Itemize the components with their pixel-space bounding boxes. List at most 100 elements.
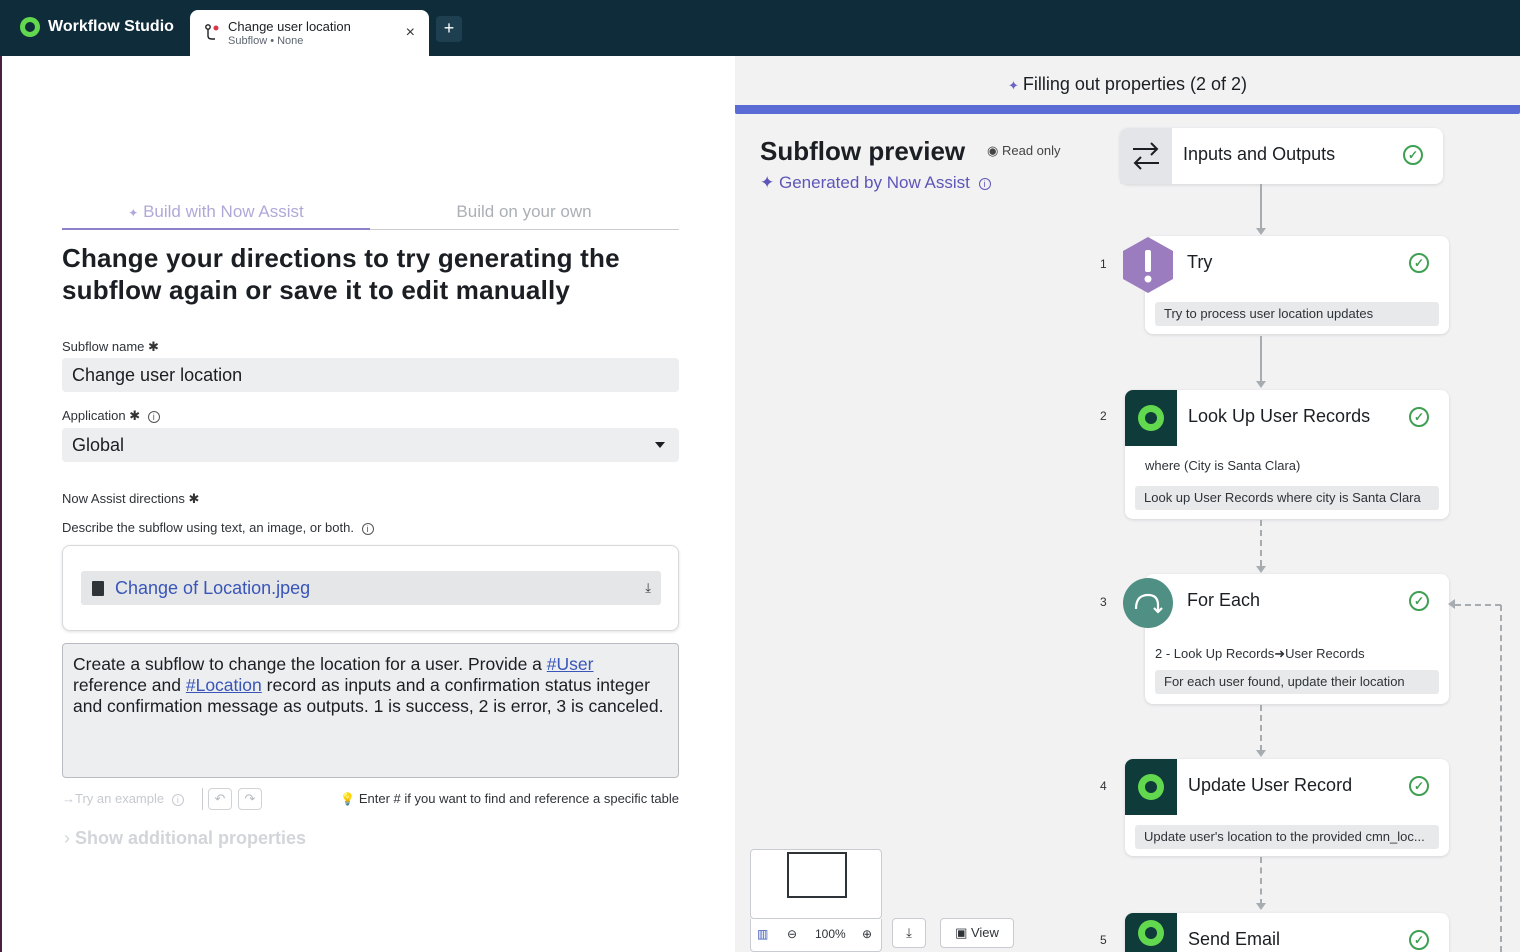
eye-icon: ◉ xyxy=(987,143,999,158)
add-tab-button[interactable]: + xyxy=(436,16,462,42)
undo-button[interactable]: ↶ xyxy=(208,788,232,810)
node-icon-box xyxy=(1125,390,1177,446)
node-icon-box xyxy=(1125,759,1177,815)
show-additional-properties[interactable]: › Show additional properties xyxy=(64,828,306,849)
reference-hint: 💡 Enter # if you want to find and refere… xyxy=(340,791,679,806)
sparkle-icon: ✦ xyxy=(128,206,139,220)
zoom-in-icon[interactable]: ⊕ xyxy=(862,927,872,941)
directions-textarea[interactable]: Create a subflow to change the location … xyxy=(62,643,679,778)
required-icon: ✱ xyxy=(129,408,141,423)
connector xyxy=(1260,520,1262,566)
required-icon: ✱ xyxy=(148,339,159,354)
generation-status: ✦ Filling out properties (2 of 2) xyxy=(1007,74,1247,94)
connector xyxy=(1260,336,1262,384)
divider xyxy=(202,788,203,810)
minimap[interactable] xyxy=(750,849,882,919)
app-title: Workflow Studio xyxy=(48,18,174,35)
node-send-email[interactable]: Send Email ✓ xyxy=(1125,913,1449,952)
table-reference-location[interactable]: #Location xyxy=(186,675,262,695)
chevron-right-icon: › xyxy=(64,828,70,848)
top-bar: Workflow Studio Change user location Sub… xyxy=(0,0,1520,56)
zoom-controls: ▥ ⊖ 100% ⊕ xyxy=(750,919,882,952)
try-example-link[interactable]: →Try an example i xyxy=(62,791,184,806)
loop-connector xyxy=(1500,605,1502,952)
info-icon[interactable]: i xyxy=(147,410,160,423)
arrows-swap-icon xyxy=(1120,128,1172,184)
servicenow-logo-icon xyxy=(1138,774,1164,800)
directions-label: Now Assist directions ✱ xyxy=(62,491,200,506)
arrow-down-icon xyxy=(1256,566,1266,573)
chevron-down-icon xyxy=(655,442,665,448)
zoom-out-icon[interactable]: ⊖ xyxy=(787,927,797,941)
sparkle-icon: ✦ xyxy=(760,173,775,192)
exclamation-hexagon-icon xyxy=(1123,237,1173,293)
connector xyxy=(1260,184,1262,230)
node-for-each[interactable]: For Each ✓ 2 - Look Up Records➜User Reco… xyxy=(1145,574,1449,704)
step-number: 4 xyxy=(1100,779,1107,793)
check-circle-icon: ✓ xyxy=(1403,145,1423,165)
redo-button[interactable]: ↷ xyxy=(238,788,262,810)
lightbulb-icon: 💡 xyxy=(340,792,356,806)
node-title: Inputs and Outputs xyxy=(1183,144,1336,164)
step-number: 2 xyxy=(1100,409,1107,423)
page-heading: Change your directions to try generating… xyxy=(62,243,620,305)
loop-icon xyxy=(1123,578,1173,628)
sparkle-icon: ✦ xyxy=(1007,78,1019,93)
step-number: 1 xyxy=(1100,257,1107,271)
tab-build-on-your-own[interactable]: Build on your own xyxy=(370,202,678,222)
view-icon: ▣ xyxy=(955,925,968,940)
arrow-down-icon xyxy=(1256,750,1266,757)
attachment-name[interactable]: Change of Location.jpeg xyxy=(115,578,310,599)
check-circle-icon: ✓ xyxy=(1409,407,1429,427)
connector xyxy=(1260,705,1262,751)
connector xyxy=(1260,857,1262,905)
attachment-area: Change of Location.jpeg ⤓ xyxy=(62,545,679,631)
servicenow-logo-icon xyxy=(1138,405,1164,431)
node-condition: 2 - Look Up Records➜User Records xyxy=(1155,646,1365,661)
zoom-level: 100% xyxy=(815,927,846,941)
tab-subflow[interactable]: Change user location Subflow • None × xyxy=(190,10,429,56)
node-look-up-user-records[interactable]: Look Up User Records ✓ where (City is Sa… xyxy=(1125,390,1449,519)
tab-build-with-now-assist[interactable]: ✦ Build with Now Assist xyxy=(62,202,370,230)
download-icon[interactable]: ⤓ xyxy=(645,580,651,596)
check-circle-icon: ✓ xyxy=(1409,776,1429,796)
table-reference-user[interactable]: #User xyxy=(547,654,594,674)
loop-connector xyxy=(1455,604,1501,606)
info-icon[interactable]: i xyxy=(978,177,991,190)
subflow-name-label: Subflow name ✱ xyxy=(62,339,159,354)
node-inputs-outputs[interactable]: Inputs and Outputs ✓ xyxy=(1120,128,1443,184)
minimap-toggle-icon[interactable]: ▥ xyxy=(757,927,768,941)
directions-toolbar: →Try an example i ↶ ↷ 💡 Enter # if you w… xyxy=(62,788,679,810)
node-title: Send Email xyxy=(1188,929,1281,949)
image-file-icon xyxy=(92,581,104,596)
arrow-down-icon xyxy=(1256,228,1266,235)
info-icon[interactable]: i xyxy=(361,522,374,535)
subflow-name-field[interactable]: Change user location xyxy=(62,358,679,392)
minimap-viewport[interactable] xyxy=(787,852,847,898)
attachment-chip[interactable]: Change of Location.jpeg ⤓ xyxy=(81,571,661,605)
required-icon: ✱ xyxy=(188,491,200,506)
node-try[interactable]: Try ✓ Try to process user location updat… xyxy=(1145,236,1449,334)
node-description: Look up User Records where city is Santa… xyxy=(1135,486,1439,510)
close-icon[interactable]: × xyxy=(406,24,415,42)
read-only-badge: ◉ Read only xyxy=(987,143,1061,158)
node-update-user-record[interactable]: Update User Record ✓ Update user's locat… xyxy=(1125,759,1449,856)
view-button[interactable]: ▣ View xyxy=(940,918,1014,948)
node-title: Update User Record xyxy=(1188,775,1353,795)
check-circle-icon: ✓ xyxy=(1409,930,1429,950)
download-button[interactable]: ⤓ xyxy=(892,918,926,948)
node-condition: where (City is Santa Clara) xyxy=(1145,458,1301,473)
arrow-left-icon xyxy=(1448,599,1455,609)
directions-help: Describe the subflow using text, an imag… xyxy=(62,520,374,535)
step-number: 5 xyxy=(1100,933,1107,947)
tab-title: Change user location xyxy=(228,19,351,34)
subflow-icon xyxy=(205,24,219,40)
node-description: For each user found, update their locati… xyxy=(1155,670,1439,694)
preview-title: Subflow preview xyxy=(760,136,966,166)
app-brand[interactable]: Workflow Studio xyxy=(20,17,174,37)
mode-tabs: ✦ Build with Now Assist Build on your ow… xyxy=(62,202,679,230)
node-title: Try xyxy=(1187,252,1213,272)
application-select[interactable]: Global xyxy=(62,428,679,462)
build-panel: ✦ Build with Now Assist Build on your ow… xyxy=(0,56,735,952)
tab-subtitle: Subflow • None xyxy=(228,35,304,47)
